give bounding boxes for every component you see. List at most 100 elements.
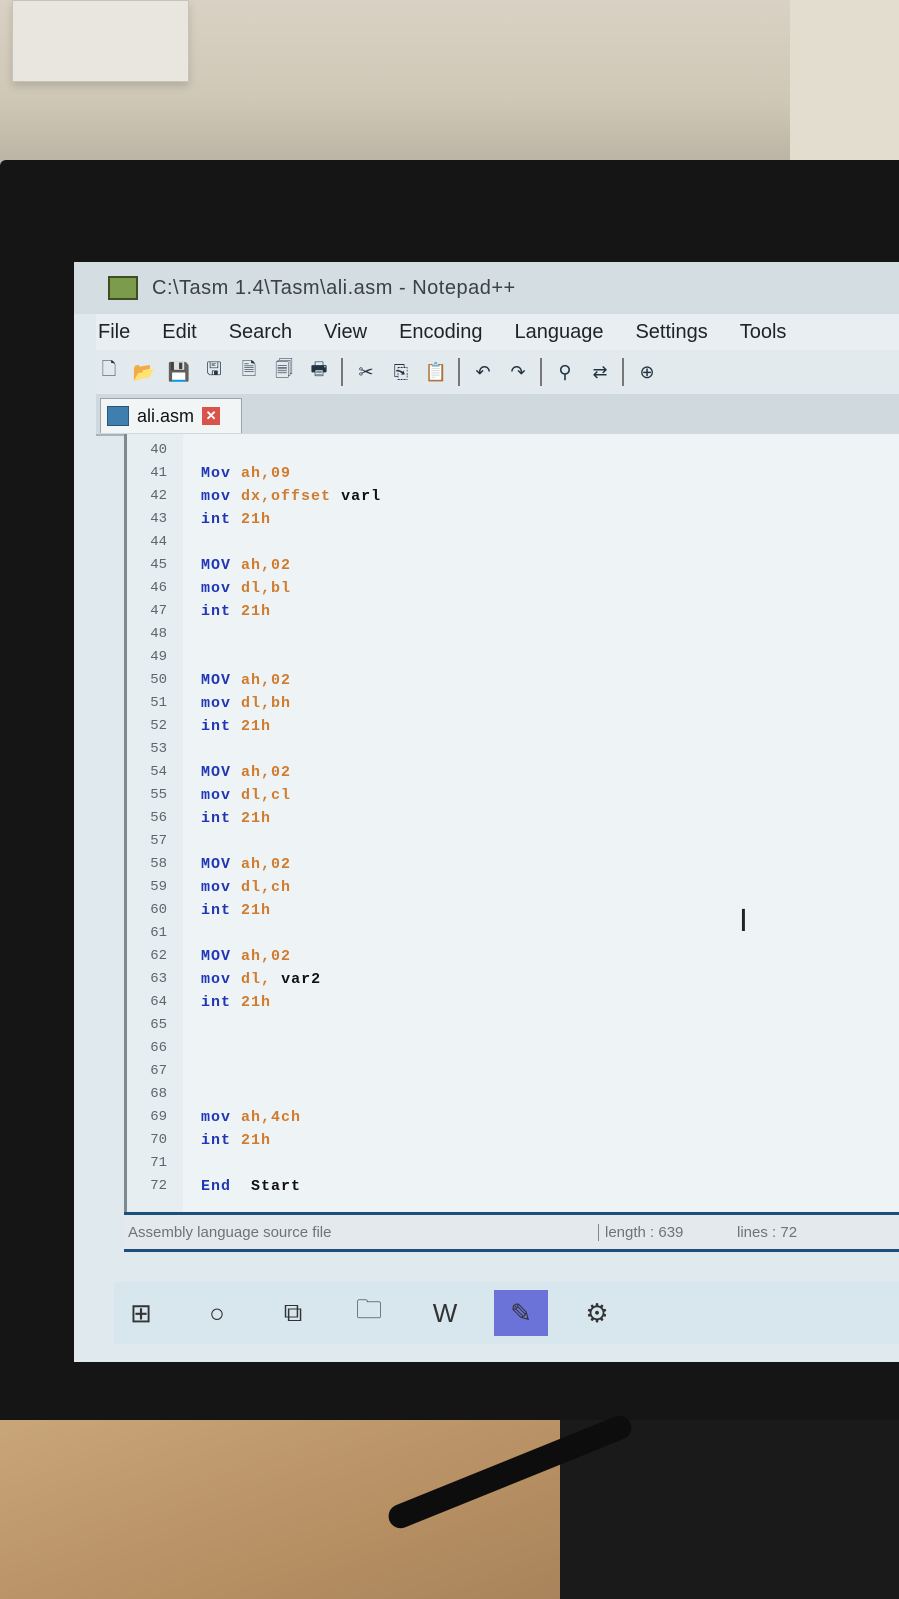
replace-icon[interactable]: ⇄	[587, 360, 613, 384]
menu-tools[interactable]: Tools	[738, 319, 789, 346]
code-line[interactable]: 56 int 21h	[127, 808, 887, 828]
code-line[interactable]: 60 int 21h	[127, 900, 887, 920]
code-text: mov dl,ch	[201, 879, 301, 896]
code-keyword: mov	[201, 786, 232, 804]
code-line[interactable]: 64 int 21h	[127, 992, 887, 1012]
code-text: MOV ah,02	[201, 672, 301, 689]
menu-settings[interactable]: Settings	[633, 319, 709, 346]
undo-icon[interactable]: ↶	[470, 360, 496, 384]
code-line[interactable]: 47 int 21h	[127, 601, 887, 621]
code-line[interactable]: 41 Mov ah,09	[127, 463, 887, 483]
new-icon[interactable]: 🗋	[96, 359, 122, 384]
code-text: MOV ah,02	[201, 557, 301, 574]
redo-icon[interactable]: ↷	[505, 360, 531, 384]
code-text: MOV ah,02	[201, 948, 301, 965]
code-line[interactable]: 65	[127, 1015, 887, 1035]
line-number: 71	[150, 1155, 167, 1171]
menu-edit[interactable]: Edit	[160, 319, 198, 346]
code-line[interactable]: 68	[127, 1084, 887, 1104]
window-title: C:\Tasm 1.4\Tasm\ali.asm - Notepad++	[152, 276, 516, 299]
copy-icon[interactable]: ⎘	[388, 360, 414, 384]
menu-encoding[interactable]: Encoding	[397, 319, 484, 346]
cut-icon[interactable]: ✂	[353, 360, 379, 384]
menu-search[interactable]: Search	[227, 319, 294, 346]
code-line[interactable]: 66	[127, 1038, 887, 1058]
print-icon[interactable]: 🖶	[306, 359, 332, 384]
wall-corner	[790, 0, 899, 170]
word-icon[interactable]: W	[418, 1290, 472, 1336]
tab-ali-asm[interactable]: ali.asm ✕	[100, 398, 242, 433]
code-line[interactable]: 40	[127, 440, 887, 460]
code-line[interactable]: 55 mov dl,cl	[127, 785, 887, 805]
code-editor[interactable]: 40 41 Mov ah,09 42 mov dx,offset varl 43 int…	[124, 434, 899, 1212]
code-line[interactable]: 67	[127, 1061, 887, 1081]
notepadpp-icon[interactable]: ✎	[494, 1290, 548, 1336]
code-line[interactable]: 44	[127, 532, 887, 552]
code-text: mov dl,cl	[201, 787, 301, 804]
zoom-icon[interactable]: ⊕	[634, 360, 660, 384]
code-operand: dl,bl	[241, 579, 292, 597]
open-icon[interactable]: 📂	[131, 360, 157, 384]
code-operand: ah,09	[241, 464, 292, 482]
code-line[interactable]: 70 int 21h	[127, 1130, 887, 1150]
code-line[interactable]: 69 mov ah,4ch	[127, 1107, 887, 1127]
code-line[interactable]: 59 mov dl,ch	[127, 877, 887, 897]
code-line[interactable]: 62 MOV ah,02	[127, 946, 887, 966]
line-number: 55	[150, 787, 167, 803]
code-line[interactable]: 57	[127, 831, 887, 851]
code-line[interactable]: 45 MOV ah,02	[127, 555, 887, 575]
status-file-type: Assembly language source file	[128, 1223, 332, 1241]
code-text: int 21h	[201, 1132, 281, 1149]
code-line[interactable]: 53	[127, 739, 887, 759]
paste-icon[interactable]: 📋	[423, 360, 449, 384]
code-line[interactable]: 43 int 21h	[127, 509, 887, 529]
code-keyword: int	[201, 717, 232, 735]
code-identifier: Start	[251, 1177, 302, 1195]
code-keyword: MOV	[201, 763, 232, 781]
search-icon[interactable]: ○	[190, 1290, 244, 1336]
code-text: int 21h	[201, 511, 281, 528]
code-text: Mov ah,09	[201, 465, 301, 482]
code-keyword: int	[201, 510, 232, 528]
code-line[interactable]: 50 MOV ah,02	[127, 670, 887, 690]
menu-language[interactable]: Language	[512, 319, 605, 346]
code-line[interactable]: 58 MOV ah,02	[127, 854, 887, 874]
code-line[interactable]: 51 mov dl,bh	[127, 693, 887, 713]
code-keyword: mov	[201, 694, 232, 712]
app-icon[interactable]: ⚙	[570, 1290, 624, 1336]
file-explorer-icon[interactable]: 🗀	[342, 1290, 396, 1336]
save-all-icon[interactable]: 🖫	[201, 359, 227, 384]
find-icon[interactable]: ⚲	[552, 360, 578, 384]
code-operand: ah,02	[241, 556, 292, 574]
text-cursor-icon: I	[739, 904, 748, 939]
title-bar: C:\Tasm 1.4\Tasm\ali.asm - Notepad++	[74, 262, 899, 314]
code-line[interactable]: 61	[127, 923, 887, 943]
code-line[interactable]: 72 End Start	[127, 1176, 887, 1196]
code-keyword: mov	[201, 487, 232, 505]
code-line[interactable]: 49	[127, 647, 887, 667]
menu-file[interactable]: File	[96, 319, 132, 346]
close-all-icon[interactable]: 🗐	[271, 359, 297, 384]
save-icon[interactable]: 💾	[166, 360, 192, 384]
code-keyword: End	[201, 1177, 232, 1195]
windows-start-icon[interactable]: ⊞	[114, 1290, 168, 1336]
close-icon[interactable]: 🗎	[236, 359, 262, 384]
menu-view[interactable]: View	[322, 319, 369, 346]
line-number: 53	[150, 741, 167, 757]
code-line[interactable]: 48	[127, 624, 887, 644]
code-line[interactable]: 46 mov dl,bl	[127, 578, 887, 598]
save-state-icon	[107, 406, 129, 426]
line-number: 52	[150, 718, 167, 734]
code-line[interactable]: 42 mov dx,offset varl	[127, 486, 887, 506]
task-view-icon[interactable]: ⧉	[266, 1290, 320, 1336]
code-line[interactable]: 52 int 21h	[127, 716, 887, 736]
code-line[interactable]: 54 MOV ah,02	[127, 762, 887, 782]
line-number: 66	[150, 1040, 167, 1056]
close-tab-icon[interactable]: ✕	[202, 407, 221, 425]
code-line[interactable]: 63 mov dl, var2	[127, 969, 887, 989]
code-line[interactable]: 71	[127, 1153, 887, 1173]
